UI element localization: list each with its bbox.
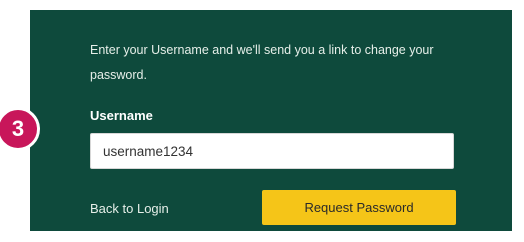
request-password-button[interactable]: Request Password bbox=[262, 190, 456, 225]
username-label: Username bbox=[90, 108, 153, 123]
instructions-text: Enter your Username and we'll send you a… bbox=[90, 43, 434, 82]
back-to-login-link[interactable]: Back to Login bbox=[90, 201, 169, 216]
username-input[interactable] bbox=[90, 133, 454, 169]
